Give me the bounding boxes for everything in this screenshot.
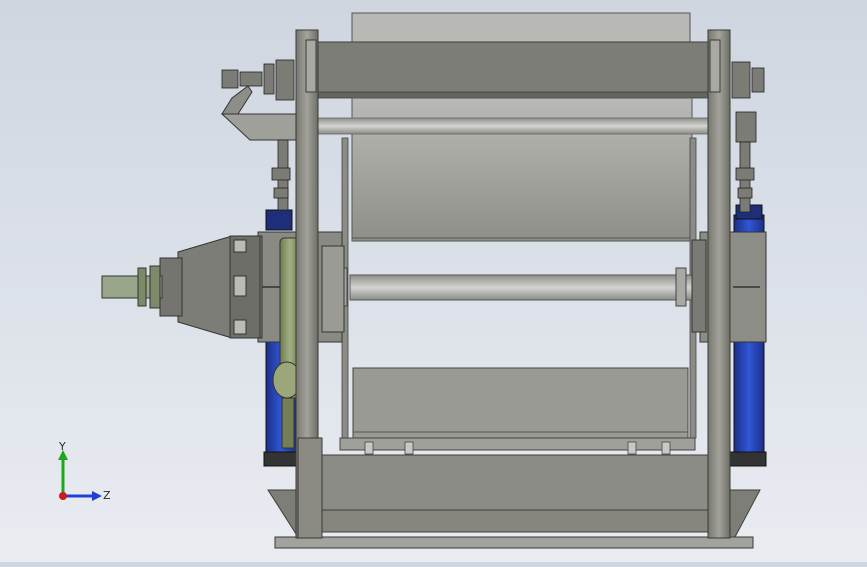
cad-viewport[interactable]: Y Z (0, 0, 867, 562)
cad-model-render[interactable] (0, 0, 867, 562)
main-shaft (349, 274, 693, 301)
lower-box (352, 367, 689, 439)
upper-bracket-left (220, 113, 297, 141)
bottom-crossbeam (317, 454, 711, 512)
frame-post-right (707, 29, 731, 539)
coordinate-triad: Y Z (48, 438, 118, 510)
adjuster-right (731, 61, 765, 213)
top-crossbeam (317, 41, 711, 98)
z-axis-arrowhead (92, 491, 102, 501)
z-axis-label: Z (103, 489, 111, 502)
y-axis-label: Y (58, 440, 66, 453)
top-plate (351, 12, 691, 44)
upper-shaft (317, 117, 711, 135)
base-plate (274, 536, 754, 549)
x-axis-point (59, 492, 67, 500)
